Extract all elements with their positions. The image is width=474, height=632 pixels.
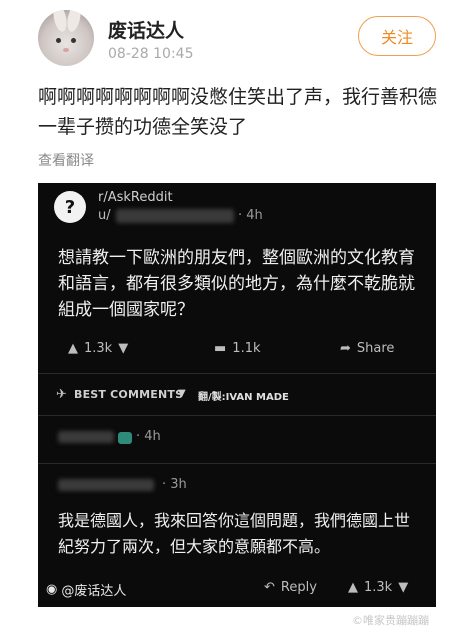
rocket-icon: ✈ (56, 387, 67, 402)
best-comments-label: BEST COMMENTS (74, 388, 184, 401)
weibo-logo-icon: ◉ (46, 582, 58, 597)
comment-vote-count: 1.3k (364, 580, 393, 595)
upvote-arrow-icon: ▲ (348, 580, 358, 595)
reply-arrow-icon: ↶ (264, 580, 275, 595)
translator-credit: 翻/製:IVAN MADE (198, 392, 289, 403)
post-header: 废话达人 08-28 10:45 关注 (38, 10, 438, 70)
comment-vote-group[interactable]: ▲ 1.3k ▼ (348, 580, 408, 595)
divider (38, 373, 436, 374)
comment1-meta: · 4h (58, 429, 258, 447)
weibo-watermark: ◉ @废话达人 (46, 580, 126, 599)
post-timestamp: 08-28 10:45 (108, 46, 194, 62)
follow-button[interactable]: 关注 (358, 16, 436, 56)
divider (38, 463, 436, 464)
comments-group[interactable]: ▬ 1.1k (214, 341, 261, 356)
reply-label: Reply (280, 580, 317, 595)
reddit-post-title: 想請教一下歐洲的朋友們，整個歐洲的文化教育和語言，都有很多類似的地方，為什麼不乾… (58, 248, 415, 320)
op-post-time: · 4h (238, 208, 263, 223)
user-badge-icon (118, 432, 132, 444)
reddit-post-header: ? r/AskReddit u/ · 4h (38, 183, 436, 233)
downvote-arrow-icon: ▼ (398, 580, 409, 595)
avatar-eye-left (56, 38, 61, 43)
divider (38, 415, 436, 416)
share-arrow-icon: ➦ (340, 341, 351, 356)
subreddit-name: r/AskReddit (98, 190, 173, 205)
avatar[interactable] (38, 10, 94, 66)
translate-link[interactable]: 查看翻译 (38, 150, 94, 170)
chevron-down-icon: ▼ (178, 388, 186, 399)
comment2-meta: · 3h (58, 477, 258, 495)
comment2-body: 我是德國人，我來回答你這個問題，我們德國上世紀努力了兩次，但大家的意願都不高。 (58, 511, 411, 556)
comment-count: 1.1k (232, 341, 261, 356)
subreddit-question-icon: ? (54, 191, 86, 223)
share-group[interactable]: ➦ Share (340, 341, 394, 356)
comment2-username-redacted (58, 479, 154, 491)
avatar-ear-left (51, 10, 69, 33)
comment1-time: · 4h (136, 429, 161, 444)
post-action-bar: ▲ 1.3k ▼ ▬ 1.1k ➦ Share (38, 333, 436, 367)
reply-button[interactable]: ↶ Reply (264, 580, 317, 595)
upvote-count: 1.3k (84, 341, 113, 356)
post-text: 啊啊啊啊啊啊啊啊没憋住笑出了声，我行善积德一辈子攒的功德全笑没了 (38, 86, 438, 138)
upvote-arrow-icon: ▲ (68, 341, 78, 356)
username[interactable]: 废话达人 (108, 16, 184, 43)
comment1-username-redacted (58, 431, 114, 443)
upvote-group[interactable]: ▲ 1.3k ▼ (68, 341, 128, 356)
comment-action-bar: ◉ @废话达人 ↶ Reply ▲ 1.3k ▼ (38, 573, 436, 607)
share-label: Share (356, 341, 395, 356)
avatar-nose (63, 48, 69, 52)
op-username-redacted (116, 209, 234, 223)
watermark-text: @废话达人 (61, 584, 127, 599)
avatar-ear-right (65, 10, 83, 33)
downvote-arrow-icon: ▼ (118, 341, 129, 356)
avatar-eye-right (71, 38, 76, 43)
reddit-screenshot[interactable]: ? r/AskReddit u/ · 4h 想請教一下歐洲的朋友們，整個歐洲的文… (38, 183, 436, 607)
comment2-time: · 3h (162, 477, 187, 492)
corner-watermark: ©唯家贵蹦蹦蹦 (352, 614, 429, 627)
best-comments-bar[interactable]: ✈ BEST COMMENTS ▼ 翻/製:IVAN MADE (38, 377, 436, 413)
comment-bubble-icon: ▬ (214, 341, 227, 356)
op-username-prefix: u/ (98, 208, 111, 223)
